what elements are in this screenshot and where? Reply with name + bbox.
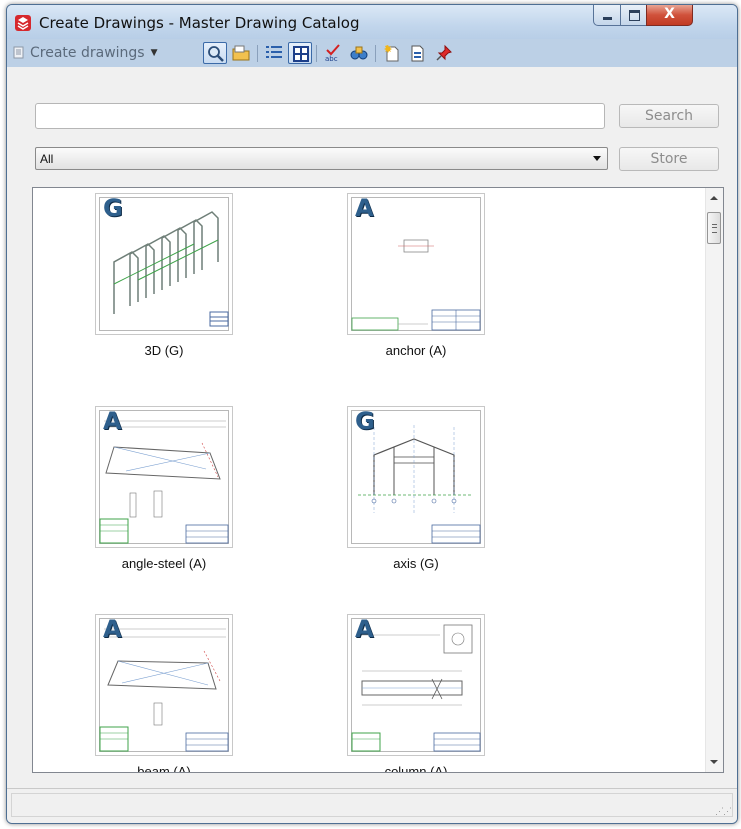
app-icon: [15, 15, 31, 31]
new-document-icon: [384, 45, 399, 62]
drawing-catalog[interactable]: G 3D (G) A anchor (A) A angle-steel (A) …: [32, 187, 724, 773]
content-area: Search All Store G 3D (G) A anchor (A) A…: [7, 67, 737, 789]
scroll-down-arrow-icon[interactable]: [710, 760, 718, 764]
toolbar-separator: [257, 45, 258, 62]
close-icon: X: [664, 6, 675, 22]
drawing-thumbnail[interactable]: G: [95, 193, 233, 335]
filter-select[interactable]: All: [35, 147, 608, 170]
thumbnail-view-button[interactable]: [288, 42, 312, 64]
pin-icon: [436, 44, 452, 61]
catalog-item-label[interactable]: 3D (G): [75, 343, 253, 358]
catalog-item-label[interactable]: axis (G): [327, 556, 505, 571]
toolbar-separator: [375, 45, 376, 62]
catalog-item-label[interactable]: beam (A): [75, 764, 253, 772]
resize-grip-icon[interactable]: ⋰⋰: [715, 806, 732, 817]
new-drawing-button[interactable]: [380, 42, 404, 64]
close-button[interactable]: X: [646, 5, 693, 26]
properties-document-icon: [411, 45, 424, 62]
spellcheck-button[interactable]: abc: [321, 42, 345, 64]
svg-text:abc: abc: [325, 55, 338, 62]
thumbnail-view-icon: [293, 46, 309, 62]
filter-selected-value: All: [40, 152, 54, 166]
toolbar-separator: [316, 45, 317, 62]
drawing-type-badge: A: [103, 407, 122, 435]
drawing-thumbnail[interactable]: A: [347, 193, 485, 335]
chevron-down-icon: ▼: [150, 48, 158, 58]
drawing-type-badge: G: [355, 407, 375, 435]
drawing-type-badge: G: [103, 194, 123, 222]
scroll-up-arrow-icon[interactable]: [710, 196, 718, 200]
search-button[interactable]: Search: [619, 104, 719, 128]
list-view-icon: [266, 46, 282, 58]
minimize-button[interactable]: [593, 5, 621, 26]
catalog-item-label[interactable]: column (A): [327, 764, 505, 772]
create-drawings-label: Create drawings: [30, 45, 145, 61]
pin-button[interactable]: [432, 42, 456, 64]
drawing-type-badge: A: [355, 615, 374, 643]
drawing-thumbnail[interactable]: A: [95, 406, 233, 548]
drawing-type-badge: A: [355, 194, 374, 222]
open-folder-icon: [232, 45, 250, 61]
search-input[interactable]: [35, 103, 605, 129]
status-panel: [11, 793, 733, 817]
search-icon: [208, 46, 224, 62]
title-bar[interactable]: Create Drawings - Master Drawing Catalog…: [7, 5, 737, 39]
binoculars-icon: [350, 46, 368, 60]
spellcheck-icon: abc: [325, 44, 340, 62]
open-folder-button[interactable]: [229, 42, 253, 64]
create-drawings-window: Create Drawings - Master Drawing Catalog…: [6, 4, 738, 824]
search-toggle-button[interactable]: [203, 42, 227, 64]
toolbar: Create drawings ▼ abc: [7, 39, 737, 67]
drawing-thumbnail[interactable]: A: [95, 614, 233, 756]
status-bar: ⋰⋰: [7, 788, 737, 823]
drawing-thumbnail[interactable]: A: [347, 614, 485, 756]
create-drawings-dropdown[interactable]: Create drawings ▼: [13, 42, 158, 64]
list-view-button[interactable]: [262, 42, 286, 64]
vertical-scrollbar[interactable]: [705, 188, 723, 772]
maximize-button[interactable]: [620, 5, 647, 26]
catalog-item-label[interactable]: angle-steel (A): [75, 556, 253, 571]
window-title: Create Drawings - Master Drawing Catalog: [39, 14, 360, 32]
find-button[interactable]: [347, 42, 371, 64]
scrollbar-thumb[interactable]: [707, 212, 721, 244]
chevron-down-icon: [593, 156, 601, 161]
catalog-item-label[interactable]: anchor (A): [327, 343, 505, 358]
store-button[interactable]: Store: [619, 147, 719, 171]
create-drawings-icon: [13, 46, 24, 59]
drawing-properties-button[interactable]: [406, 42, 430, 64]
drawing-type-badge: A: [103, 615, 122, 643]
drawing-thumbnail[interactable]: G: [347, 406, 485, 548]
